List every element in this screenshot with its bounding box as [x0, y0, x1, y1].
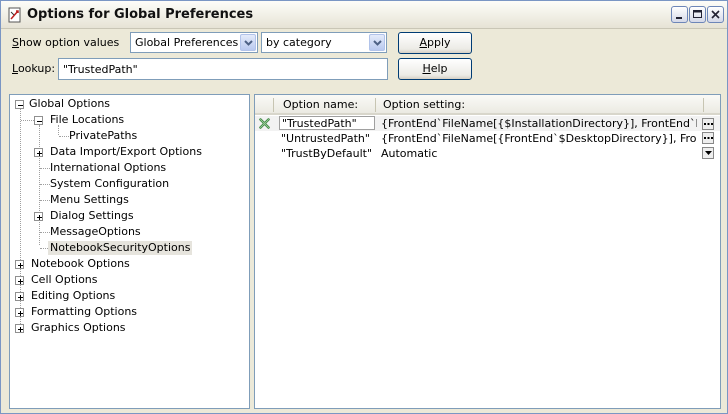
column-separator[interactable] — [375, 98, 376, 112]
table-row[interactable]: "UntrustedPath" {FrontEnd`FileName[{Fron… — [255, 131, 720, 146]
edit-value-button[interactable] — [702, 132, 714, 144]
tree-expander-editing-options[interactable] — [15, 292, 24, 301]
option-setting-cell[interactable]: {FrontEnd`FileName[{FrontEnd`$DesktopDir… — [381, 132, 697, 145]
help-button[interactable]: Help — [398, 58, 472, 80]
options-tree[interactable]: Global Options File Locations PrivatePat… — [9, 94, 250, 409]
window-title: Options for Global Preferences — [27, 7, 254, 22]
chevron-down-icon — [705, 151, 712, 155]
tree-guide-line — [40, 200, 50, 201]
plus-icon — [37, 215, 42, 220]
tree-item-dialog-settings[interactable]: Dialog Settings — [50, 209, 134, 223]
plus-icon — [37, 151, 42, 156]
tree-expander-global-options[interactable] — [15, 100, 24, 109]
lookup-label: Lookup: — [12, 62, 56, 75]
tree-item-system-configuration[interactable]: System Configuration — [50, 177, 169, 191]
tree-guide-line — [21, 120, 34, 121]
ellipsis-icon — [704, 123, 713, 125]
tree-item-file-locations[interactable]: File Locations — [50, 113, 124, 127]
option-name-cell[interactable]: "UntrustedPath" — [281, 132, 377, 145]
plus-icon — [18, 263, 23, 268]
value-dropdown-button[interactable] — [702, 147, 714, 159]
column-header-option-name[interactable]: Option name: — [283, 98, 358, 111]
tree-item-global-options[interactable]: Global Options — [29, 97, 110, 111]
maximize-button[interactable] — [689, 6, 706, 23]
apply-button[interactable]: Apply — [398, 32, 472, 54]
scope-dropdown-arrow[interactable] — [240, 34, 256, 51]
sort-dropdown-arrow[interactable] — [369, 34, 385, 51]
sort-select[interactable]: by category — [261, 32, 387, 53]
table-row[interactable]: "TrustedPath" {FrontEnd`FileName[{$Insta… — [255, 116, 720, 131]
tree-guide-line — [39, 125, 40, 245]
chevron-down-icon — [373, 40, 382, 46]
column-separator[interactable] — [703, 98, 704, 112]
options-grid[interactable]: Option name: Option setting: "TrustedPat… — [254, 94, 721, 409]
edit-value-button[interactable] — [702, 118, 714, 130]
tree-expander-file-locations[interactable] — [34, 116, 43, 125]
minus-icon — [18, 105, 23, 106]
column-separator[interactable] — [273, 98, 274, 112]
column-header-option-setting[interactable]: Option setting: — [383, 98, 465, 111]
tree-item-menu-settings[interactable]: Menu Settings — [50, 193, 129, 207]
show-values-label: Show option values — [12, 36, 120, 49]
tree-guide-line — [40, 168, 50, 169]
tree-item-graphics-options[interactable]: Graphics Options — [31, 321, 126, 335]
tree-expander-formatting-options[interactable] — [15, 308, 24, 317]
plus-icon — [18, 327, 23, 332]
tree-item-data-import-export[interactable]: Data Import/Export Options — [50, 145, 202, 159]
title-bar[interactable]: Options for Global Preferences — [1, 1, 727, 29]
minimize-button[interactable] — [671, 6, 688, 23]
tree-expander-graphics-options[interactable] — [15, 324, 24, 333]
option-name-cell[interactable]: "TrustByDefault" — [281, 147, 377, 160]
sort-select-value: by category — [266, 36, 332, 49]
lookup-input[interactable]: "TrustedPath" — [58, 58, 388, 80]
tree-expander-dialog-settings[interactable] — [34, 212, 43, 221]
tree-item-notebook-security-options[interactable]: NotebookSecurityOptions — [48, 241, 193, 255]
minimize-icon — [676, 17, 682, 19]
remove-option-icon[interactable] — [259, 118, 270, 129]
tree-item-notebook-options[interactable]: Notebook Options — [31, 257, 130, 271]
plus-icon — [18, 295, 23, 300]
maximize-icon — [693, 10, 702, 18]
option-setting-cell[interactable]: Automatic — [381, 147, 697, 160]
tree-item-formatting-options[interactable]: Formatting Options — [31, 305, 137, 319]
close-icon — [711, 10, 720, 19]
tree-guide-line — [40, 232, 50, 233]
chevron-down-icon — [244, 40, 253, 46]
tree-item-international-options[interactable]: International Options — [50, 161, 166, 175]
scope-select-value: Global Preferences — [135, 36, 239, 49]
table-row[interactable]: "TrustByDefault" Automatic — [255, 146, 720, 161]
options-dialog: Options for Global Preferences Show opti… — [0, 0, 728, 414]
option-name-cell[interactable]: "TrustedPath" — [279, 116, 375, 130]
tree-guide-line — [59, 136, 69, 137]
tree-guide-line — [40, 184, 50, 185]
tree-item-message-options[interactable]: MessageOptions — [50, 225, 141, 239]
minus-icon — [37, 121, 42, 122]
tree-item-cell-options[interactable]: Cell Options — [31, 273, 98, 287]
ellipsis-icon — [704, 137, 713, 139]
plus-icon — [18, 311, 23, 316]
app-icon — [8, 7, 21, 23]
tree-expander-cell-options[interactable] — [15, 276, 24, 285]
tree-expander-notebook-options[interactable] — [15, 260, 24, 269]
tree-item-private-paths[interactable]: PrivatePaths — [69, 129, 137, 143]
scope-select[interactable]: Global Preferences — [130, 32, 258, 53]
tree-item-editing-options[interactable]: Editing Options — [31, 289, 115, 303]
grid-header: Option name: Option setting: — [255, 95, 720, 115]
lookup-input-value: "TrustedPath" — [63, 63, 138, 76]
option-setting-cell[interactable]: {FrontEnd`FileName[{$InstallationDirecto… — [381, 117, 697, 130]
close-button[interactable] — [707, 6, 724, 23]
plus-icon — [18, 279, 23, 284]
tree-expander-data-import-export[interactable] — [34, 148, 43, 157]
